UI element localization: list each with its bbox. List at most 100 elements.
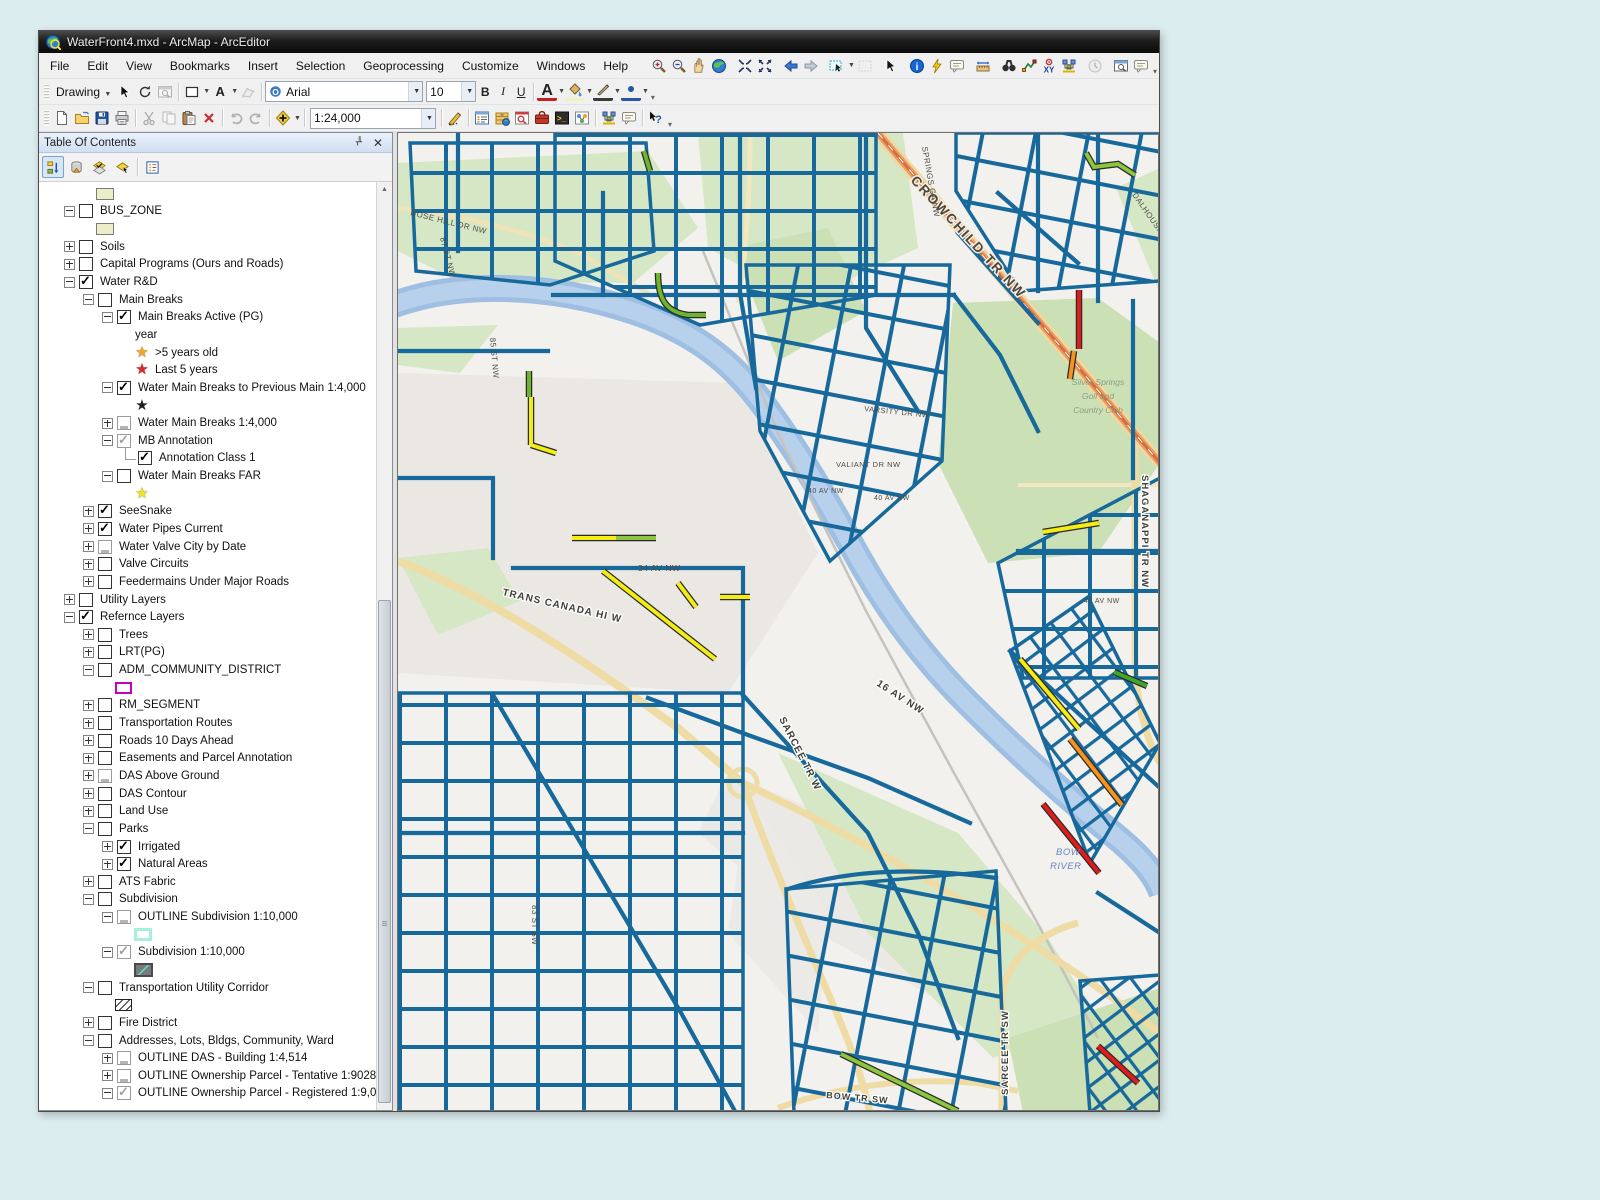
toc-row[interactable]: BUS_ZONE <box>39 203 376 221</box>
layer-label[interactable]: Roads 10 Days Ahead <box>118 735 233 747</box>
layer-checkbox[interactable] <box>98 575 112 589</box>
fixed-zoom-out-icon[interactable] <box>755 56 775 76</box>
layer-label[interactable]: Natural Areas <box>137 858 208 870</box>
layer-label[interactable]: Land Use <box>118 805 168 817</box>
toc-row[interactable]: RM_SEGMENT <box>39 697 376 715</box>
collapse-icon[interactable] <box>102 382 113 393</box>
layer-label[interactable]: Addresses, Lots, Bldgs, Community, Ward <box>118 1035 334 1047</box>
list-by-visibility-icon[interactable] <box>88 156 110 178</box>
layer-checkbox[interactable] <box>117 1051 131 1065</box>
layer-checkbox[interactable] <box>98 1016 112 1030</box>
layer-checkbox[interactable] <box>79 257 93 271</box>
layer-label[interactable]: Fire District <box>118 1017 177 1029</box>
line-color-icon[interactable] <box>593 83 613 101</box>
toc-row[interactable]: Trees <box>39 626 376 644</box>
toc-row[interactable] <box>39 185 376 203</box>
toc-row[interactable] <box>39 679 376 697</box>
layer-checkbox[interactable] <box>98 522 112 536</box>
feedback-popup-icon[interactable] <box>1131 56 1151 76</box>
collapse-icon[interactable] <box>64 277 75 288</box>
expand-icon[interactable] <box>102 1053 113 1064</box>
layer-checkbox[interactable] <box>79 593 93 607</box>
toc-row[interactable]: year <box>39 326 376 344</box>
layer-label[interactable]: Transportation Utility Corridor <box>118 982 269 994</box>
layer-checkbox[interactable] <box>79 240 93 254</box>
toc-row[interactable]: Transportation Routes <box>39 714 376 732</box>
layer-checkbox[interactable] <box>98 822 112 836</box>
viewer-window-icon[interactable] <box>1111 56 1131 76</box>
layer-checkbox[interactable] <box>117 434 131 448</box>
layer-checkbox[interactable] <box>98 804 112 818</box>
toc-row[interactable]: Water R&D <box>39 273 376 291</box>
catalog-window-icon[interactable] <box>492 108 512 128</box>
expand-icon[interactable] <box>102 1070 113 1081</box>
toc-row[interactable]: ★Last 5 years <box>39 361 376 379</box>
layer-checkbox[interactable] <box>117 310 131 324</box>
layer-checkbox[interactable] <box>117 469 131 483</box>
toc-row[interactable]: Natural Areas <box>39 855 376 873</box>
layer-label[interactable]: OUTLINE Ownership Parcel - Tentative 1:9… <box>137 1070 376 1082</box>
time-slider-icon[interactable] <box>1085 56 1105 76</box>
expand-icon[interactable] <box>64 594 75 605</box>
layer-label[interactable]: Utility Layers <box>99 594 166 606</box>
collapse-icon[interactable] <box>83 982 94 993</box>
drawing-menu-button[interactable]: Drawing ▼ <box>52 83 115 101</box>
toc-row[interactable]: Irrigated <box>39 838 376 856</box>
select-elements-icon[interactable] <box>115 82 135 102</box>
collapse-icon[interactable] <box>83 1035 94 1046</box>
toolbar-overflow-icon[interactable]: ▾ <box>668 120 672 131</box>
copy-icon[interactable] <box>159 108 179 128</box>
rotate-icon[interactable] <box>135 82 155 102</box>
expand-icon[interactable] <box>83 770 94 781</box>
scrollbar-thumb[interactable] <box>378 600 391 1103</box>
expand-icon[interactable] <box>83 700 94 711</box>
find-icon[interactable] <box>999 56 1019 76</box>
toc-row[interactable]: Subdivision <box>39 891 376 909</box>
layer-label[interactable]: Irrigated <box>137 841 180 853</box>
list-by-selection-icon[interactable] <box>111 156 133 178</box>
go-back-extent-icon[interactable] <box>781 56 801 76</box>
layer-label[interactable]: Subdivision 1:10,000 <box>137 946 245 958</box>
layer-checkbox[interactable] <box>98 504 112 518</box>
collapse-icon[interactable] <box>83 665 94 676</box>
identify-icon[interactable] <box>907 56 927 76</box>
layer-checkbox[interactable] <box>98 875 112 889</box>
collapse-icon[interactable] <box>102 947 113 958</box>
menu-geoprocessing[interactable]: Geoprocessing <box>354 56 453 76</box>
toc-row[interactable]: ADM_COMMUNITY_DISTRICT <box>39 661 376 679</box>
expand-icon[interactable] <box>102 859 113 870</box>
list-by-source-icon[interactable] <box>65 156 87 178</box>
toc-row[interactable]: OUTLINE Subdivision 1:10,000 <box>39 908 376 926</box>
layer-label[interactable]: Valve Circuits <box>118 558 188 570</box>
editor-toolbar-icon[interactable] <box>445 108 465 128</box>
layer-label[interactable]: Refernce Layers <box>99 611 184 623</box>
toc-row[interactable]: OUTLINE Ownership Parcel - Tentative 1:9… <box>39 1067 376 1085</box>
toc-row[interactable]: ATS Fabric <box>39 873 376 891</box>
measure-icon[interactable] <box>973 56 993 76</box>
full-extent-icon[interactable] <box>709 56 729 76</box>
expand-icon[interactable] <box>83 506 94 517</box>
layer-checkbox[interactable] <box>98 734 112 748</box>
toc-row[interactable]: Easements and Parcel Annotation <box>39 750 376 768</box>
menu-view[interactable]: View <box>117 56 161 76</box>
toc-row[interactable]: Roads 10 Days Ahead <box>39 732 376 750</box>
delete-icon[interactable] <box>199 108 219 128</box>
underline-button[interactable]: U <box>512 82 530 102</box>
title-bar[interactable]: WaterFront4.mxd - ArcMap - ArcEditor <box>39 31 1159 53</box>
expand-icon[interactable] <box>83 523 94 534</box>
toc-row[interactable]: Feedermains Under Major Roads <box>39 573 376 591</box>
toc-row[interactable]: ★ <box>39 485 376 503</box>
layer-checkbox[interactable] <box>98 293 112 307</box>
toc-row[interactable]: Annotation Class 1 <box>39 450 376 468</box>
toc-row[interactable]: Utility Layers <box>39 591 376 609</box>
expand-icon[interactable] <box>102 418 113 429</box>
rectangle-tool-icon[interactable] <box>182 82 202 102</box>
save-icon[interactable] <box>92 108 112 128</box>
layer-label[interactable]: Soils <box>99 241 125 253</box>
menu-windows[interactable]: Windows <box>528 56 595 76</box>
bold-button[interactable]: B <box>476 82 494 102</box>
layer-label[interactable]: Water Main Breaks FAR <box>137 470 261 482</box>
layer-label[interactable]: Transportation Routes <box>118 717 232 729</box>
collapse-icon[interactable] <box>83 823 94 834</box>
layer-label[interactable]: Water Main Breaks 1:4,000 <box>137 417 277 429</box>
